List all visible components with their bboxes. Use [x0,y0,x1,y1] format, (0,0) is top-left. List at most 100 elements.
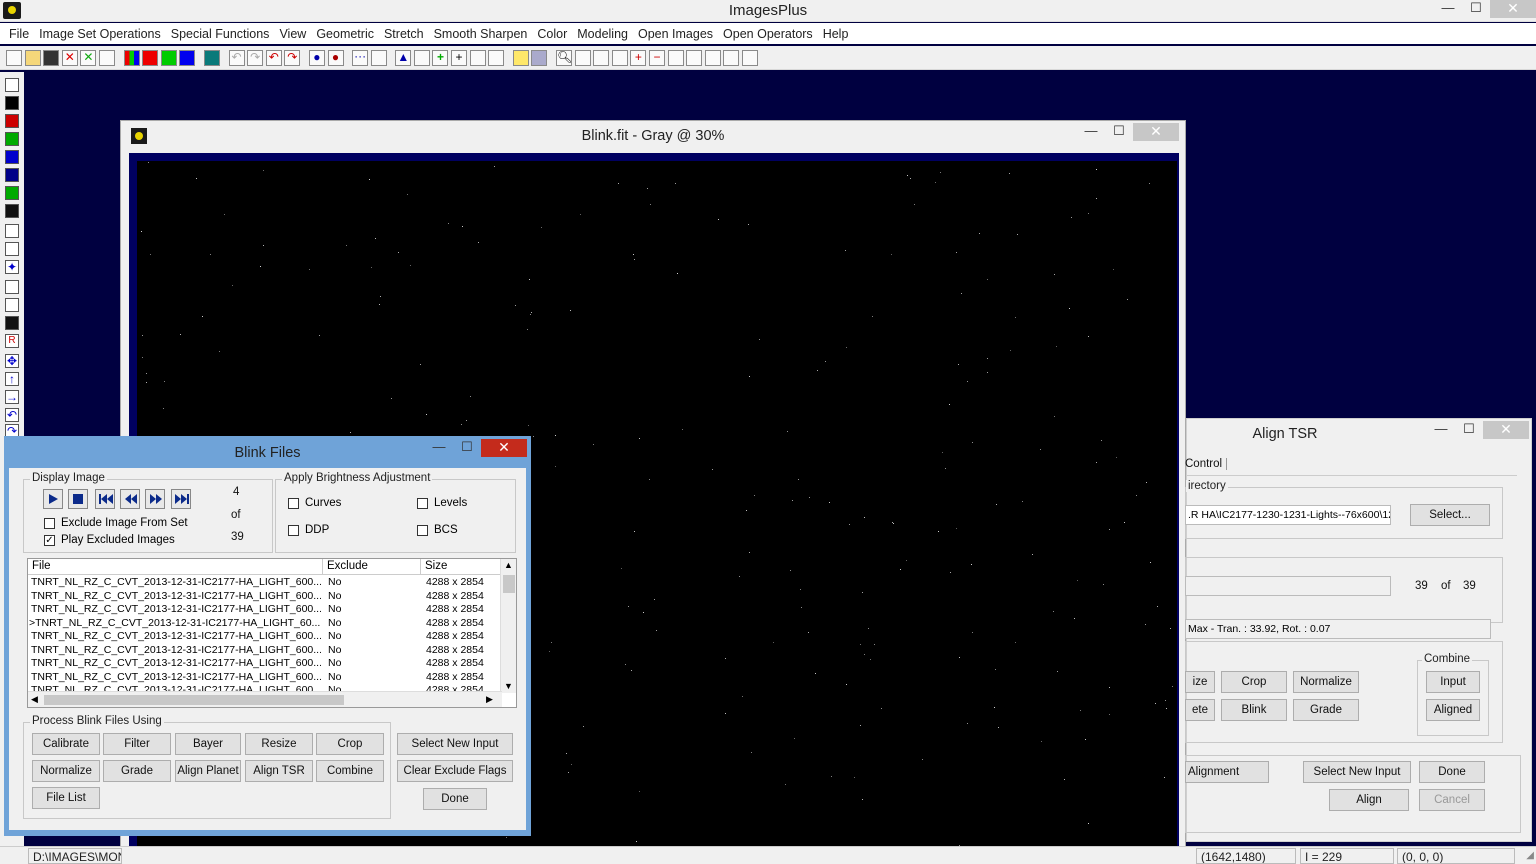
align-planet-button[interactable]: Align Planet [175,760,241,782]
green-tool-2-icon[interactable] [5,186,19,200]
grade-button[interactable]: Grade [1293,699,1359,721]
menu-geometric[interactable]: Geometric [311,27,379,41]
green-channel-icon[interactable] [160,49,177,66]
bcs-checkbox[interactable]: BCS [417,524,458,536]
calibrate-button[interactable]: Calibrate [32,733,100,755]
print-icon[interactable] [98,49,115,66]
previous-image-button[interactable] [120,489,140,509]
blue-channel-icon[interactable] [179,49,196,66]
normalize-button[interactable]: Normalize [32,760,100,782]
delete-button[interactable]: ete [1185,699,1215,721]
save-icon[interactable] [43,49,60,66]
maximize-icon[interactable]: ☐ [1462,0,1490,18]
combine-aligned-button[interactable]: Aligned [1426,699,1480,721]
combine-button[interactable]: Combine [316,760,384,782]
square-large-icon[interactable] [667,49,684,66]
first-image-button[interactable] [95,489,115,509]
crosshair-icon[interactable]: + [451,49,468,66]
triangle-icon[interactable]: ▲ [395,49,412,66]
column-file[interactable]: File [28,559,323,575]
red-channel-icon[interactable] [142,49,159,66]
minimize-icon[interactable]: — [425,439,453,457]
calculator-icon[interactable] [469,49,486,66]
stop-button[interactable] [68,489,88,509]
column-size[interactable]: Size [421,559,502,575]
select-new-input-button[interactable]: Select New Input [1303,761,1411,783]
blue-tool-icon[interactable] [5,150,19,164]
redo-gray-icon[interactable]: ↷ [247,49,264,66]
paint-icon[interactable] [488,49,505,66]
resize-button[interactable]: ize [1185,671,1215,693]
black-tool-2-icon[interactable] [5,204,19,218]
crop-button[interactable]: Crop [316,733,384,755]
rotate-left-icon[interactable]: ↶ [5,408,19,422]
zoom-out-icon[interactable] [574,49,591,66]
combine-input-button[interactable]: Input [1426,671,1480,693]
column-exclude[interactable]: Exclude [323,559,421,575]
close-green-icon[interactable]: ✕ [80,49,97,66]
menu-stretch[interactable]: Stretch [379,27,429,41]
close-icon[interactable]: ✕ [1483,421,1529,439]
redo-icon[interactable]: ↷ [284,49,301,66]
close-red-icon[interactable]: ✕ [61,49,78,66]
square-dot-icon[interactable] [741,49,758,66]
bayer-button[interactable]: Bayer [175,733,241,755]
play-button[interactable] [43,489,63,509]
table-row-current[interactable]: >TNRT_NL_RZ_C_CVT_2013-12-31-IC2177-HA_L… [28,617,502,631]
done-button[interactable]: Done [1419,761,1485,783]
table-row[interactable]: TNRT_NL_RZ_C_CVT_2013-12-31-IC2177-HA_LI… [28,576,502,590]
open-folder-icon[interactable] [24,49,41,66]
menu-smooth-sharpen[interactable]: Smooth Sharpen [429,27,533,41]
remove-frame-icon[interactable]: − [649,49,665,66]
table-row[interactable]: TNRT_NL_RZ_C_CVT_2013-12-31-IC2177-HA_LI… [28,671,502,685]
menu-color[interactable]: Color [532,27,572,41]
table-row[interactable]: TNRT_NL_RZ_C_CVT_2013-12-31-IC2177-HA_LI… [28,590,502,604]
arrow-up-icon[interactable]: ↑ [5,372,19,386]
last-image-button[interactable] [171,489,191,509]
move-icon[interactable]: ✥ [5,354,19,368]
black-bar-icon[interactable] [5,316,19,330]
resize-grip-icon[interactable]: ◢ [1526,850,1534,861]
menu-open-operators[interactable]: Open Operators [718,27,818,41]
filter-button[interactable]: Filter [103,733,171,755]
circle-select-red-icon[interactable]: ● [327,49,344,66]
zoom-reset-icon[interactable] [611,49,628,66]
pencil-icon[interactable] [512,49,529,66]
add-frame-icon[interactable]: + [630,49,647,66]
navy-tool-icon[interactable] [5,168,19,182]
r-tool-icon[interactable]: R [5,334,19,348]
menu-view[interactable]: View [274,27,311,41]
directory-field[interactable]: .R HA\IC2177-1230-1231-Lights--76x600\12 [1185,505,1391,525]
menu-file[interactable]: File [4,27,34,41]
done-button[interactable]: Done [423,788,487,810]
scroll-thumb[interactable] [503,575,515,593]
grid-icon[interactable] [203,49,220,66]
maximize-icon[interactable]: ☐ [453,439,481,457]
black-tool-icon[interactable] [5,96,19,110]
save-image-icon[interactable] [5,78,19,92]
square-medium-icon[interactable] [686,49,703,66]
play-excluded-checkbox[interactable]: ✓ Play Excluded Images [44,534,175,546]
frame-tool-icon[interactable] [5,280,19,294]
crop-button[interactable]: Crop [1221,671,1287,693]
next-image-button[interactable] [145,489,165,509]
minimize-icon[interactable]: — [1434,0,1462,18]
table-row[interactable]: TNRT_NL_RZ_C_CVT_2013-12-31-IC2177-HA_LI… [28,630,502,644]
undo-gray-icon[interactable]: ↶ [228,49,245,66]
square-small-icon[interactable] [704,49,721,66]
maximize-icon[interactable]: ☐ [1105,123,1133,141]
menu-special-functions[interactable]: Special Functions [166,27,275,41]
select-button[interactable]: Select... [1410,504,1490,526]
minimize-icon[interactable]: — [1427,421,1455,439]
file-list-button[interactable]: File List [32,787,100,809]
angle-icon[interactable] [413,49,430,66]
scroll-down-icon[interactable]: ▼ [504,681,513,691]
rgb-channels-icon[interactable] [123,49,140,66]
close-icon[interactable]: ✕ [1133,123,1179,141]
levels-icon[interactable] [5,298,19,312]
red-tool-icon[interactable] [5,114,19,128]
exclude-image-checkbox[interactable]: Exclude Image From Set [44,517,188,529]
resize-button[interactable]: Resize [245,733,313,755]
vertical-scrollbar[interactable]: ▲ ▼ [500,559,516,693]
star-tool-icon[interactable]: ✦ [5,260,19,274]
